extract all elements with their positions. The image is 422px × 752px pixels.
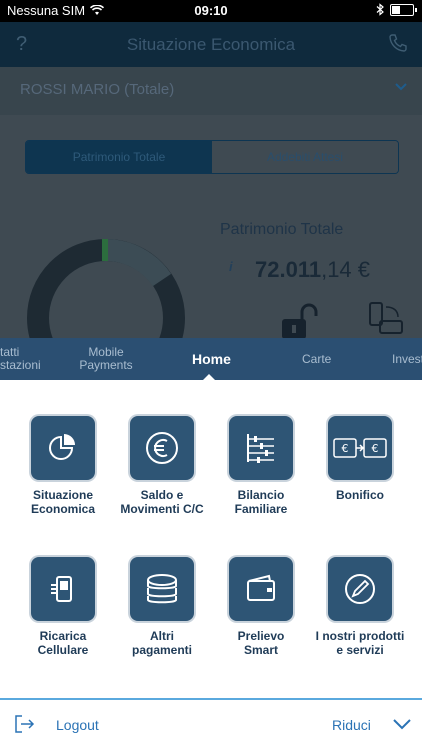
tab-partial-right[interactable]: Invest <box>392 338 422 380</box>
app-header: ? Situazione Economica <box>0 22 422 67</box>
home-menu: Situazione Economica Saldo e Movimenti C/C… <box>0 380 422 698</box>
menu-label-line1: Ricarica <box>39 629 87 643</box>
menu-label-line1: Altri <box>150 629 174 643</box>
tab-partial-left-line2: stazioni <box>0 358 41 372</box>
menu-label-line1: Situazione <box>32 488 93 502</box>
menu-label-line2: Movimenti C/C <box>120 502 204 516</box>
mobile-recharge-icon <box>31 557 95 621</box>
menu-situazione-economica[interactable]: Situazione Economica <box>13 416 113 516</box>
bluetooth-icon <box>376 3 384 16</box>
devices-icon[interactable] <box>366 301 406 338</box>
info-icon[interactable]: i <box>229 259 233 274</box>
menu-label-line2: Economica <box>30 502 96 516</box>
dimmed-content: Patrimonio Totale Addebiti Attesi Patrim… <box>0 115 422 338</box>
unlock-icon[interactable] <box>280 303 320 338</box>
tab-carte[interactable]: Carte <box>302 338 331 380</box>
pie-chart-icon <box>31 416 95 480</box>
menu-ricarica-cellulare[interactable]: Ricarica Cellulare <box>13 557 113 657</box>
svg-text:€: € <box>372 442 379 455</box>
svg-text:€: € <box>342 442 349 455</box>
page-title: Situazione Economica <box>126 35 296 54</box>
euro-icon <box>130 416 194 480</box>
menu-label-line2: e servizi <box>336 643 384 657</box>
coins-icon <box>130 557 194 621</box>
segment-patrimonio-totale[interactable]: Patrimonio Totale <box>26 141 212 173</box>
segment-addebiti-attesi[interactable]: Addebiti Attesi <box>212 141 398 173</box>
menu-bonifico[interactable]: € € Bonifico <box>310 416 410 502</box>
battery-icon <box>390 3 417 16</box>
menu-label-line1: Bonifico <box>336 488 384 502</box>
donut-chart <box>27 239 185 338</box>
menu-bilancio-familiare[interactable]: Bilancio Familiare <box>211 416 311 516</box>
wallet-icon <box>229 557 293 621</box>
menu-label-line1: Bilancio <box>237 488 285 502</box>
clock: 09:10 <box>194 3 228 18</box>
sliders-icon <box>229 416 293 480</box>
summary-title: Patrimonio Totale <box>220 221 344 238</box>
bottom-bar: Logout Riduci <box>0 698 422 752</box>
menu-prelievo-smart[interactable]: Prelievo Smart <box>211 557 311 657</box>
amount-integer: 72.011 <box>255 257 322 282</box>
tab-mobile-payments[interactable]: Mobile Payments <box>70 338 142 380</box>
status-right <box>376 3 417 16</box>
tab-mobile-payments-line2: Payments <box>79 358 133 372</box>
chevron-down-icon <box>395 83 407 91</box>
status-bar: Nessuna SIM 09:10 <box>0 0 422 22</box>
menu-altri-pagamenti[interactable]: Altri pagamenti <box>112 557 212 657</box>
menu-label-line1: I nostri prodotti <box>315 629 405 643</box>
total-amount: 72.011,14 € <box>255 257 370 283</box>
menu-label-line2: Cellulare <box>37 643 89 657</box>
logout-icon[interactable] <box>14 714 36 734</box>
transfer-icon: € € <box>328 416 392 480</box>
amount-decimal: ,14 € <box>321 257 371 282</box>
menu-label-line2: Smart <box>243 643 278 657</box>
logout-button[interactable]: Logout <box>56 717 99 733</box>
account-selector[interactable]: ROSSI MARIO (Totale) <box>0 67 422 115</box>
pen-circle-icon <box>328 557 392 621</box>
menu-label-line1: Saldo e <box>140 488 184 502</box>
menu-label-line2: pagamenti <box>131 643 192 657</box>
segmented-control[interactable]: Patrimonio Totale Addebiti Attesi <box>25 140 399 174</box>
reduce-button[interactable]: Riduci <box>332 717 371 733</box>
account-name: ROSSI MARIO (Totale) <box>20 81 175 98</box>
menu-prodotti-servizi[interactable]: I nostri prodotti e servizi <box>310 557 410 657</box>
menu-saldo-movimenti[interactable]: Saldo e Movimenti C/C <box>112 416 212 516</box>
phone-icon[interactable] <box>388 33 408 53</box>
menu-label-line2: Familiare <box>234 502 288 516</box>
chevron-down-icon[interactable] <box>392 718 412 730</box>
tab-partial-left[interactable]: tatti stazioni <box>0 338 41 380</box>
menu-label-line1: Prelievo <box>237 629 285 643</box>
